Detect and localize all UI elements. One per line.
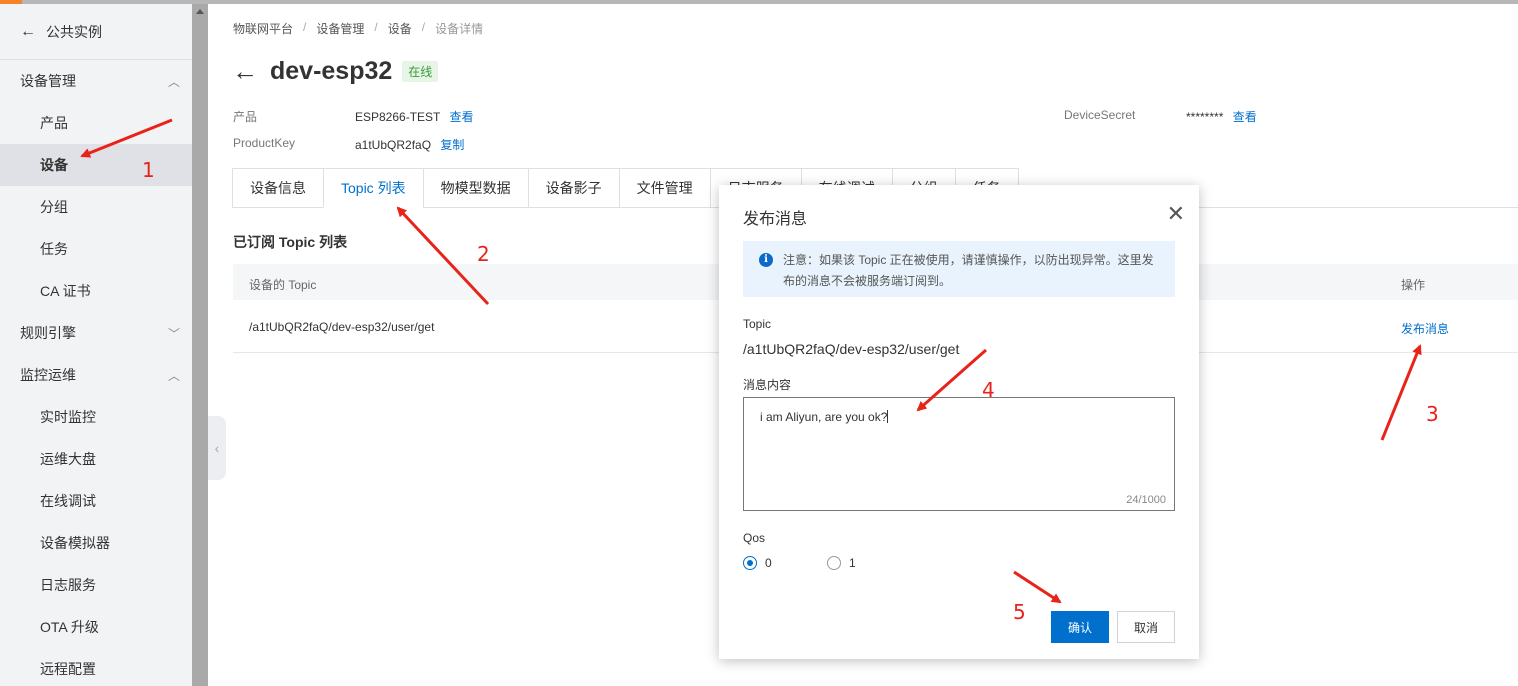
annotation-number-5: 5: [1013, 600, 1026, 624]
annotation-arrow-1: [80, 118, 173, 158]
annotation-arrow-2: [396, 206, 490, 306]
annotation-number-1: 1: [142, 158, 155, 182]
annotation-number-4: 4: [982, 378, 995, 402]
annotation-arrow-3: [1380, 344, 1422, 441]
annotation-number-2: 2: [477, 242, 490, 266]
annotation-arrow-5: [1013, 570, 1062, 604]
annotation-number-3: 3: [1426, 402, 1439, 426]
annotation-arrows: [80, 118, 1422, 604]
annotation-arrow-4: [916, 348, 987, 412]
